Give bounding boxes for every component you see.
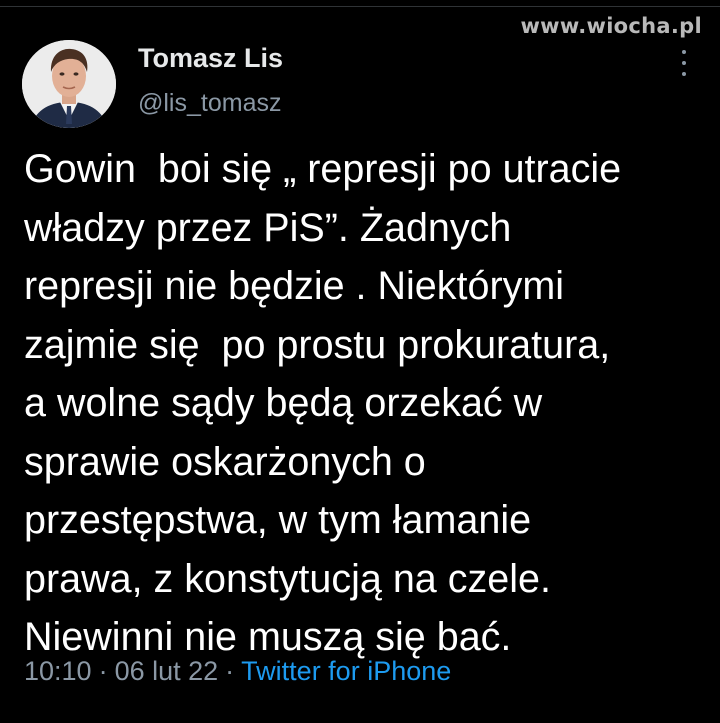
avatar[interactable] (22, 40, 116, 128)
author-name[interactable]: Tomasz Lis (138, 43, 283, 74)
tweet-text: Gowin boi się „ represji po utracie wład… (24, 147, 622, 659)
meta-separator: · (98, 656, 108, 686)
meta-separator: · (225, 656, 235, 686)
author-handle[interactable]: @lis_tomasz (138, 89, 281, 118)
tweet-source-link[interactable]: Twitter for iPhone (241, 656, 451, 686)
top-divider (0, 6, 720, 7)
tweet-meta: 10:10 · 06 lut 22 · Twitter for iPhone (24, 656, 451, 687)
tweet-time[interactable]: 10:10 (24, 656, 92, 686)
more-vertical-icon[interactable] (674, 50, 694, 76)
watermark: www.wiocha.pl (520, 14, 702, 38)
tweet-date[interactable]: 06 lut 22 (115, 656, 219, 686)
tweet-header: Tomasz Lis @lis_tomasz (22, 40, 698, 130)
avatar-image (22, 40, 116, 128)
